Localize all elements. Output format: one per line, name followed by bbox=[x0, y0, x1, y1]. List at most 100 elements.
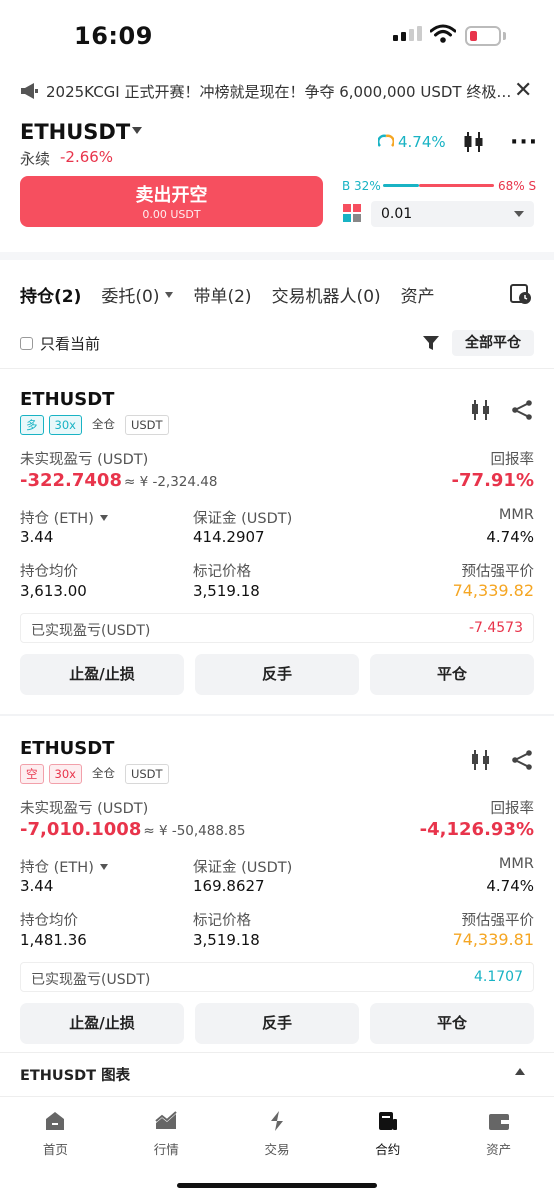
position-size-value: 3.44 bbox=[20, 877, 54, 895]
tp-sl-button[interactable]: 止盈/止损 bbox=[20, 1003, 184, 1044]
nav-futures[interactable]: 合约 bbox=[332, 1097, 443, 1176]
unrealized-pnl-value: -322.7408 bbox=[20, 470, 122, 491]
wifi-icon bbox=[430, 24, 456, 43]
sell-label: 卖出开空 bbox=[135, 185, 208, 206]
tab-assets[interactable]: 资产 bbox=[401, 282, 435, 307]
filter-icon[interactable] bbox=[422, 334, 440, 352]
mark-price-value: 3,519.18 bbox=[193, 931, 260, 949]
avg-price-value: 1,481.36 bbox=[20, 931, 87, 949]
position-size-label[interactable]: 持仓 (ETH) bbox=[20, 507, 108, 528]
quantity-value: 0.01 bbox=[381, 206, 413, 222]
nav-trade[interactable]: 交易 bbox=[222, 1097, 333, 1176]
avg-price-label: 持仓均价 bbox=[20, 564, 78, 580]
chevron-up-icon[interactable] bbox=[515, 1068, 525, 1075]
symbol-title[interactable]: ETHUSDT bbox=[20, 120, 130, 144]
candlestick-icon[interactable] bbox=[470, 750, 492, 770]
notice-bar[interactable]: 2025KCGI 正式开赛！冲榜就是现在！争夺 6,000,000 USDT 终… bbox=[20, 78, 534, 104]
position-tabs: 持仓(2) 委托(0) 带单(2) 交易机器人(0) 资产 bbox=[20, 282, 455, 307]
unrealized-pnl-label: 未实现盈亏 (USDT) bbox=[20, 452, 149, 468]
chevron-down-icon[interactable] bbox=[132, 127, 142, 134]
gauge-icon bbox=[378, 134, 394, 147]
roe-label: 回报率 bbox=[490, 452, 535, 468]
leverage-badge[interactable]: 30x bbox=[48, 764, 82, 784]
position-size-label[interactable]: 持仓 (ETH) bbox=[20, 856, 108, 877]
nav-trade-label: 交易 bbox=[264, 1142, 290, 1157]
trade-icon bbox=[270, 1111, 283, 1131]
leverage-badge[interactable]: 30x bbox=[48, 415, 82, 435]
margin-mode-badge: 全仓 bbox=[91, 766, 115, 780]
nav-futures-label: 合约 bbox=[375, 1142, 401, 1157]
tp-sl-button[interactable]: 止盈/止损 bbox=[20, 654, 184, 695]
sell-ratio-bar bbox=[419, 184, 494, 187]
avg-price-value: 3,613.00 bbox=[20, 582, 87, 600]
row-divider bbox=[0, 714, 554, 716]
nav-assets-label: 资产 bbox=[486, 1142, 512, 1157]
liq-price-value: 74,339.82 bbox=[452, 581, 534, 600]
liq-price-label: 预估强平价 bbox=[461, 913, 535, 929]
roe-value: -4,126.93% bbox=[419, 819, 534, 840]
sell-open-short-button[interactable]: 卖出开空 0.00 USDT bbox=[20, 176, 323, 227]
section-divider bbox=[0, 252, 554, 260]
liq-price-value: 74,339.81 bbox=[452, 930, 534, 949]
nav-assets[interactable]: 资产 bbox=[443, 1097, 554, 1176]
mmr-gauge-value: 4.74% bbox=[398, 133, 446, 151]
mmr-value: 4.74% bbox=[486, 528, 534, 546]
checkbox-box[interactable] bbox=[20, 337, 33, 350]
quantity-select[interactable]: 0.01 bbox=[371, 201, 534, 227]
row-divider bbox=[0, 368, 554, 369]
battery-cap bbox=[503, 32, 506, 40]
buy-ratio: B 32% bbox=[342, 179, 381, 193]
candlestick-icon[interactable] bbox=[470, 400, 492, 420]
mmr-value: 4.74% bbox=[486, 877, 534, 895]
realized-pnl-label: 已实现盈亏(USDT) bbox=[31, 972, 151, 988]
settle-badge: USDT bbox=[124, 415, 169, 435]
roe-label: 回报率 bbox=[490, 801, 535, 817]
avg-price-label: 持仓均价 bbox=[20, 913, 78, 929]
close-position-button[interactable]: 平仓 bbox=[370, 654, 534, 695]
realized-pnl-row: 已实现盈亏(USDT) -7.4573 bbox=[20, 613, 534, 643]
more-icon[interactable]: ··· bbox=[510, 130, 538, 155]
contract-type: 永续 bbox=[20, 150, 51, 168]
reverse-button[interactable]: 反手 bbox=[195, 654, 359, 695]
margin-value: 169.8627 bbox=[193, 877, 265, 895]
tab-positions[interactable]: 持仓(2) bbox=[20, 282, 81, 307]
chevron-down-icon bbox=[99, 514, 108, 521]
only-current-checkbox[interactable]: 只看当前 bbox=[20, 333, 100, 354]
home-indicator[interactable] bbox=[177, 1183, 377, 1188]
buy-ratio-bar bbox=[383, 184, 419, 187]
mmr-gauge[interactable]: 4.74% bbox=[378, 133, 446, 151]
tab-trading-bots[interactable]: 交易机器人(0) bbox=[272, 282, 381, 307]
sell-amount: 0.00 USDT bbox=[142, 208, 201, 221]
row-divider bbox=[0, 1052, 554, 1053]
close-position-button[interactable]: 平仓 bbox=[370, 1003, 534, 1044]
tab-orders[interactable]: 委托(0) bbox=[101, 282, 174, 307]
nav-home-label: 首页 bbox=[42, 1142, 68, 1157]
notice-text: 2025KCGI 正式开赛！冲榜就是现在！争夺 6,000,000 USDT 终… bbox=[46, 82, 516, 101]
sell-ratio: 68% S bbox=[498, 179, 537, 193]
tab-copy-trades[interactable]: 带单(2) bbox=[193, 282, 251, 307]
chevron-down-icon bbox=[514, 211, 524, 217]
market-icon bbox=[155, 1111, 177, 1129]
mmr-label: MMR bbox=[498, 856, 534, 872]
chart-section-toggle[interactable]: ETHUSDT 图表 bbox=[20, 1064, 130, 1085]
realized-pnl-label: 已实现盈亏(USDT) bbox=[31, 623, 151, 639]
only-current-label: 只看当前 bbox=[40, 335, 101, 353]
nav-market[interactable]: 行情 bbox=[111, 1097, 222, 1176]
candlestick-icon[interactable] bbox=[462, 131, 486, 153]
mark-price-value: 3,519.18 bbox=[193, 582, 260, 600]
notice-close-icon[interactable]: ✕ bbox=[514, 78, 532, 103]
side-badge: 多 bbox=[20, 415, 44, 435]
share-icon[interactable] bbox=[511, 750, 533, 770]
nav-market-label: 行情 bbox=[153, 1142, 179, 1157]
position-symbol: ETHUSDT bbox=[20, 389, 115, 410]
close-all-button[interactable]: 全部平仓 bbox=[452, 330, 534, 356]
reverse-button[interactable]: 反手 bbox=[195, 1003, 359, 1044]
orderbook-layout-icon[interactable] bbox=[343, 204, 361, 222]
roe-value: -77.91% bbox=[451, 470, 534, 491]
unrealized-pnl-cny: ≈ ¥ -2,324.48 bbox=[123, 474, 218, 490]
side-badge: 空 bbox=[20, 764, 44, 784]
share-icon[interactable] bbox=[511, 400, 533, 420]
margin-value: 414.2907 bbox=[193, 528, 265, 546]
nav-home[interactable]: 首页 bbox=[0, 1097, 111, 1176]
history-icon[interactable] bbox=[509, 282, 533, 306]
